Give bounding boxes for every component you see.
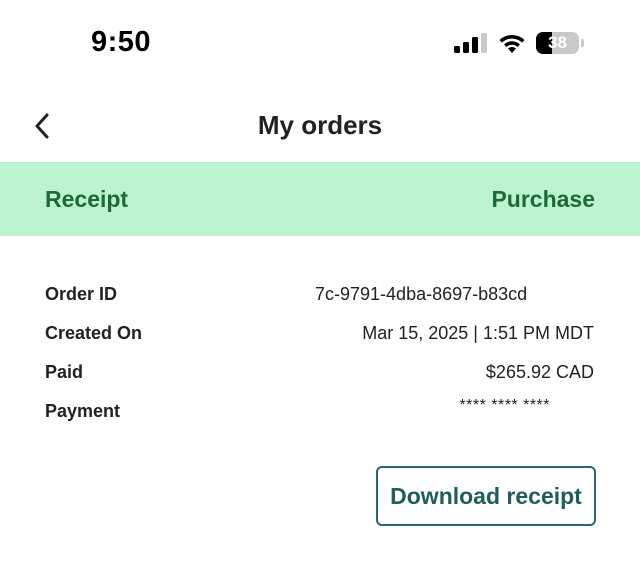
download-receipt-button[interactable]: Download receipt (376, 466, 596, 526)
paid-row: Paid $265.92 CAD (0, 354, 640, 390)
payment-value: **** **** **** (459, 397, 550, 414)
order-id-row: Order ID 7c-9791-4dba-8697-b83cd (0, 276, 640, 312)
payment-row: Payment **** **** **** (0, 393, 640, 429)
wifi-icon (499, 34, 525, 53)
signal-icon (454, 33, 487, 53)
order-id-value: 7c-9791-4dba-8697-b83cd (315, 284, 528, 304)
created-on-value: Mar 15, 2025 | 1:51 PM MDT (362, 323, 594, 343)
paid-value: $265.92 CAD (485, 362, 594, 382)
created-on-row: Created On Mar 15, 2025 | 1:51 PM MDT (0, 315, 640, 351)
battery-body: 38 (536, 32, 579, 54)
tab-purchase[interactable]: Purchase (491, 162, 595, 236)
paid-label: Paid (45, 362, 84, 382)
order-id-label: Order ID (45, 284, 118, 304)
battery-icon: 38 (536, 32, 584, 54)
tab-receipt[interactable]: Receipt (45, 162, 128, 236)
nav-bar: My orders (0, 96, 640, 156)
page-title: My orders (257, 110, 383, 140)
battery-cap (581, 39, 584, 47)
status-time: 9:50 (91, 26, 152, 58)
status-bar: 9:50 38 (0, 0, 640, 88)
payment-label: Payment (45, 401, 121, 421)
tab-bar: Receipt Purchase (0, 162, 640, 236)
created-on-label: Created On (45, 323, 143, 343)
battery-percent: 38 (548, 33, 567, 52)
